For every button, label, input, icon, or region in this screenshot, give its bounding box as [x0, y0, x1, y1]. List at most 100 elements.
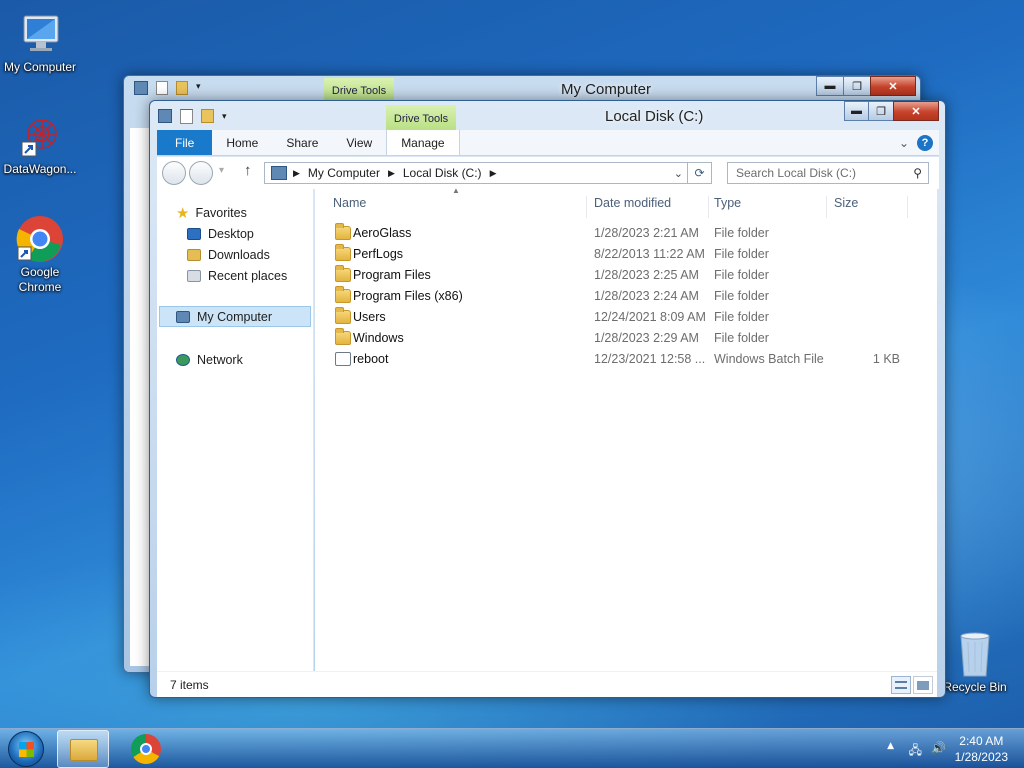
column-divider[interactable] — [907, 196, 908, 218]
file-name: Program Files — [353, 268, 431, 282]
desktop-icon-recycle-bin[interactable]: Recycle Bin — [935, 630, 1015, 695]
nav-favorites[interactable]: ★ Favorites — [157, 202, 313, 223]
recycle-bin-icon — [951, 630, 999, 678]
close-button[interactable]: ✕ — [893, 101, 939, 121]
desktop-icon — [187, 227, 201, 240]
help-icon[interactable]: ? — [917, 134, 933, 151]
file-row[interactable]: Users 12/24/2021 8:09 AM File folder — [327, 307, 937, 328]
folder-icon — [335, 286, 351, 303]
quick-access-toolbar[interactable]: ▾ — [134, 81, 222, 97]
tab-file[interactable]: File — [157, 130, 213, 155]
nav-downloads[interactable]: Downloads — [157, 244, 313, 265]
local-disk-window[interactable]: ▾ Drive Tools Local Disk (C:) ▬ ❐ ✕ File… — [149, 100, 946, 698]
breadcrumb-my-computer[interactable]: My Computer — [308, 166, 380, 180]
search-placeholder: Search Local Disk (C:) — [736, 166, 857, 180]
large-icons-view-icon — [917, 681, 929, 690]
network-tray-icon[interactable]: 🖧 — [909, 741, 922, 762]
recent-locations-chevron-icon[interactable]: ▾ — [219, 165, 224, 176]
tab-share[interactable]: Share — [272, 130, 332, 155]
address-bar[interactable]: ▶ My Computer ▶ Local Disk (C:) ▶ ⌄ — [264, 162, 688, 184]
chevron-down-icon[interactable]: ▾ — [196, 81, 201, 97]
desktop-icon-label: DataWagon... — [3, 162, 77, 176]
desktop-icon-label: Recycle Bin — [943, 680, 1007, 694]
column-divider[interactable] — [586, 196, 587, 218]
back-button[interactable] — [162, 161, 186, 185]
file-type: Windows Batch File — [714, 352, 824, 366]
maximize-button[interactable]: ❐ — [843, 76, 871, 96]
title-bar[interactable]: ▾ Drive Tools Local Disk (C:) ▬ ❐ ✕ — [150, 101, 945, 131]
column-headers: ▲ Name Date modified Type Size — [315, 186, 937, 219]
nav-network[interactable]: Network — [157, 349, 313, 370]
column-header-name[interactable]: Name — [333, 196, 366, 210]
tab-manage[interactable]: Manage — [386, 130, 460, 155]
sort-ascending-icon: ▲ — [452, 186, 460, 195]
search-input[interactable]: Search Local Disk (C:) ⚲ — [727, 162, 929, 184]
file-row[interactable]: AeroGlass 1/28/2023 2:21 AM File folder — [327, 223, 937, 244]
breadcrumb-separator-icon: ▶ — [293, 167, 300, 178]
file-name: Windows — [353, 331, 404, 345]
close-button[interactable]: ✕ — [870, 76, 916, 96]
column-header-size[interactable]: Size — [834, 196, 858, 210]
file-list: ▲ Name Date modified Type Size AeroGlass… — [315, 186, 937, 671]
taskbar-file-explorer-button[interactable] — [57, 730, 109, 768]
search-icon[interactable]: ⚲ — [913, 166, 922, 180]
nav-desktop[interactable]: Desktop — [157, 223, 313, 244]
column-divider[interactable] — [826, 196, 827, 218]
file-date-modified: 12/24/2021 8:09 AM — [594, 310, 706, 324]
file-row[interactable]: Windows 1/28/2023 2:29 AM File folder — [327, 328, 937, 349]
nav-my-computer-label: My Computer — [197, 309, 273, 324]
folder-icon — [335, 307, 351, 324]
breadcrumb-separator-icon[interactable]: ▶ — [490, 168, 497, 179]
forward-button[interactable] — [189, 161, 213, 185]
file-date-modified: 1/28/2023 2:29 AM — [594, 331, 699, 345]
chevron-down-icon[interactable]: ▾ — [222, 111, 227, 122]
system-clock[interactable]: 2:40 AM 1/28/2023 — [955, 733, 1008, 765]
new-folder-icon[interactable] — [176, 81, 188, 95]
file-type: File folder — [714, 226, 769, 240]
address-dropdown-chevron-icon[interactable]: ⌄ — [674, 167, 683, 180]
column-header-type[interactable]: Type — [714, 196, 741, 210]
desktop-icon-my-computer[interactable]: My Computer — [0, 10, 80, 75]
navigation-bar: ▾ ↑ ▶ My Computer ▶ Local Disk (C:) ▶ ⌄ … — [157, 157, 939, 189]
nav-my-computer[interactable]: My Computer — [159, 306, 311, 327]
new-folder-icon[interactable] — [201, 109, 214, 123]
file-row[interactable]: reboot 12/23/2021 12:58 ... Windows Batch … — [327, 349, 937, 370]
show-hidden-icons-button[interactable]: ▲ — [887, 741, 894, 751]
recent-places-icon — [187, 269, 201, 282]
downloads-icon — [187, 248, 201, 261]
quick-access-toolbar[interactable]: ▾ — [158, 108, 248, 124]
tab-view[interactable]: View — [332, 130, 386, 155]
desktop-icon-google-chrome[interactable]: Google Chrome — [0, 215, 80, 295]
refresh-button[interactable]: ⟳ — [688, 162, 712, 184]
star-icon: ★ — [176, 204, 190, 222]
start-button[interactable] — [8, 731, 44, 767]
maximize-button[interactable]: ❐ — [868, 101, 894, 121]
nav-desktop-label: Desktop — [208, 226, 254, 241]
file-row[interactable]: Program Files (x86) 1/28/2023 2:24 AM File… — [327, 286, 937, 307]
minimize-button[interactable]: ▬ — [816, 76, 844, 96]
details-view-button[interactable] — [891, 676, 911, 694]
breadcrumb-local-disk[interactable]: Local Disk (C:) — [403, 166, 482, 180]
expand-ribbon-chevron-icon[interactable]: ⌄ — [899, 136, 909, 150]
volume-icon[interactable]: 🔊 — [931, 741, 946, 755]
nav-recent-places[interactable]: Recent places — [157, 265, 313, 286]
file-explorer-icon — [70, 739, 98, 761]
properties-icon[interactable] — [156, 81, 168, 95]
up-arrow-icon[interactable]: ↑ — [244, 162, 252, 179]
file-name: Program Files (x86) — [353, 289, 463, 303]
properties-icon[interactable] — [180, 108, 193, 124]
minimize-button[interactable]: ▬ — [844, 101, 869, 121]
taskbar-chrome-button[interactable] — [121, 730, 173, 768]
file-row[interactable]: Program Files 1/28/2023 2:25 AM File folde… — [327, 265, 937, 286]
computer-icon — [16, 10, 64, 58]
large-icons-view-button[interactable] — [913, 676, 933, 694]
desktop-icon-label: Google Chrome — [18, 265, 62, 294]
column-header-date-modified[interactable]: Date modified — [594, 196, 671, 210]
file-row[interactable]: PerfLogs 8/22/2013 11:22 AM File folder — [327, 244, 937, 265]
column-divider[interactable] — [708, 196, 709, 218]
folder-icon — [335, 328, 351, 345]
file-date-modified: 1/28/2023 2:21 AM — [594, 226, 699, 240]
tab-home[interactable]: Home — [212, 130, 272, 155]
file-size: 1 KB — [872, 352, 900, 366]
desktop-icon-datawagon[interactable]: DataWagon... — [0, 112, 80, 177]
